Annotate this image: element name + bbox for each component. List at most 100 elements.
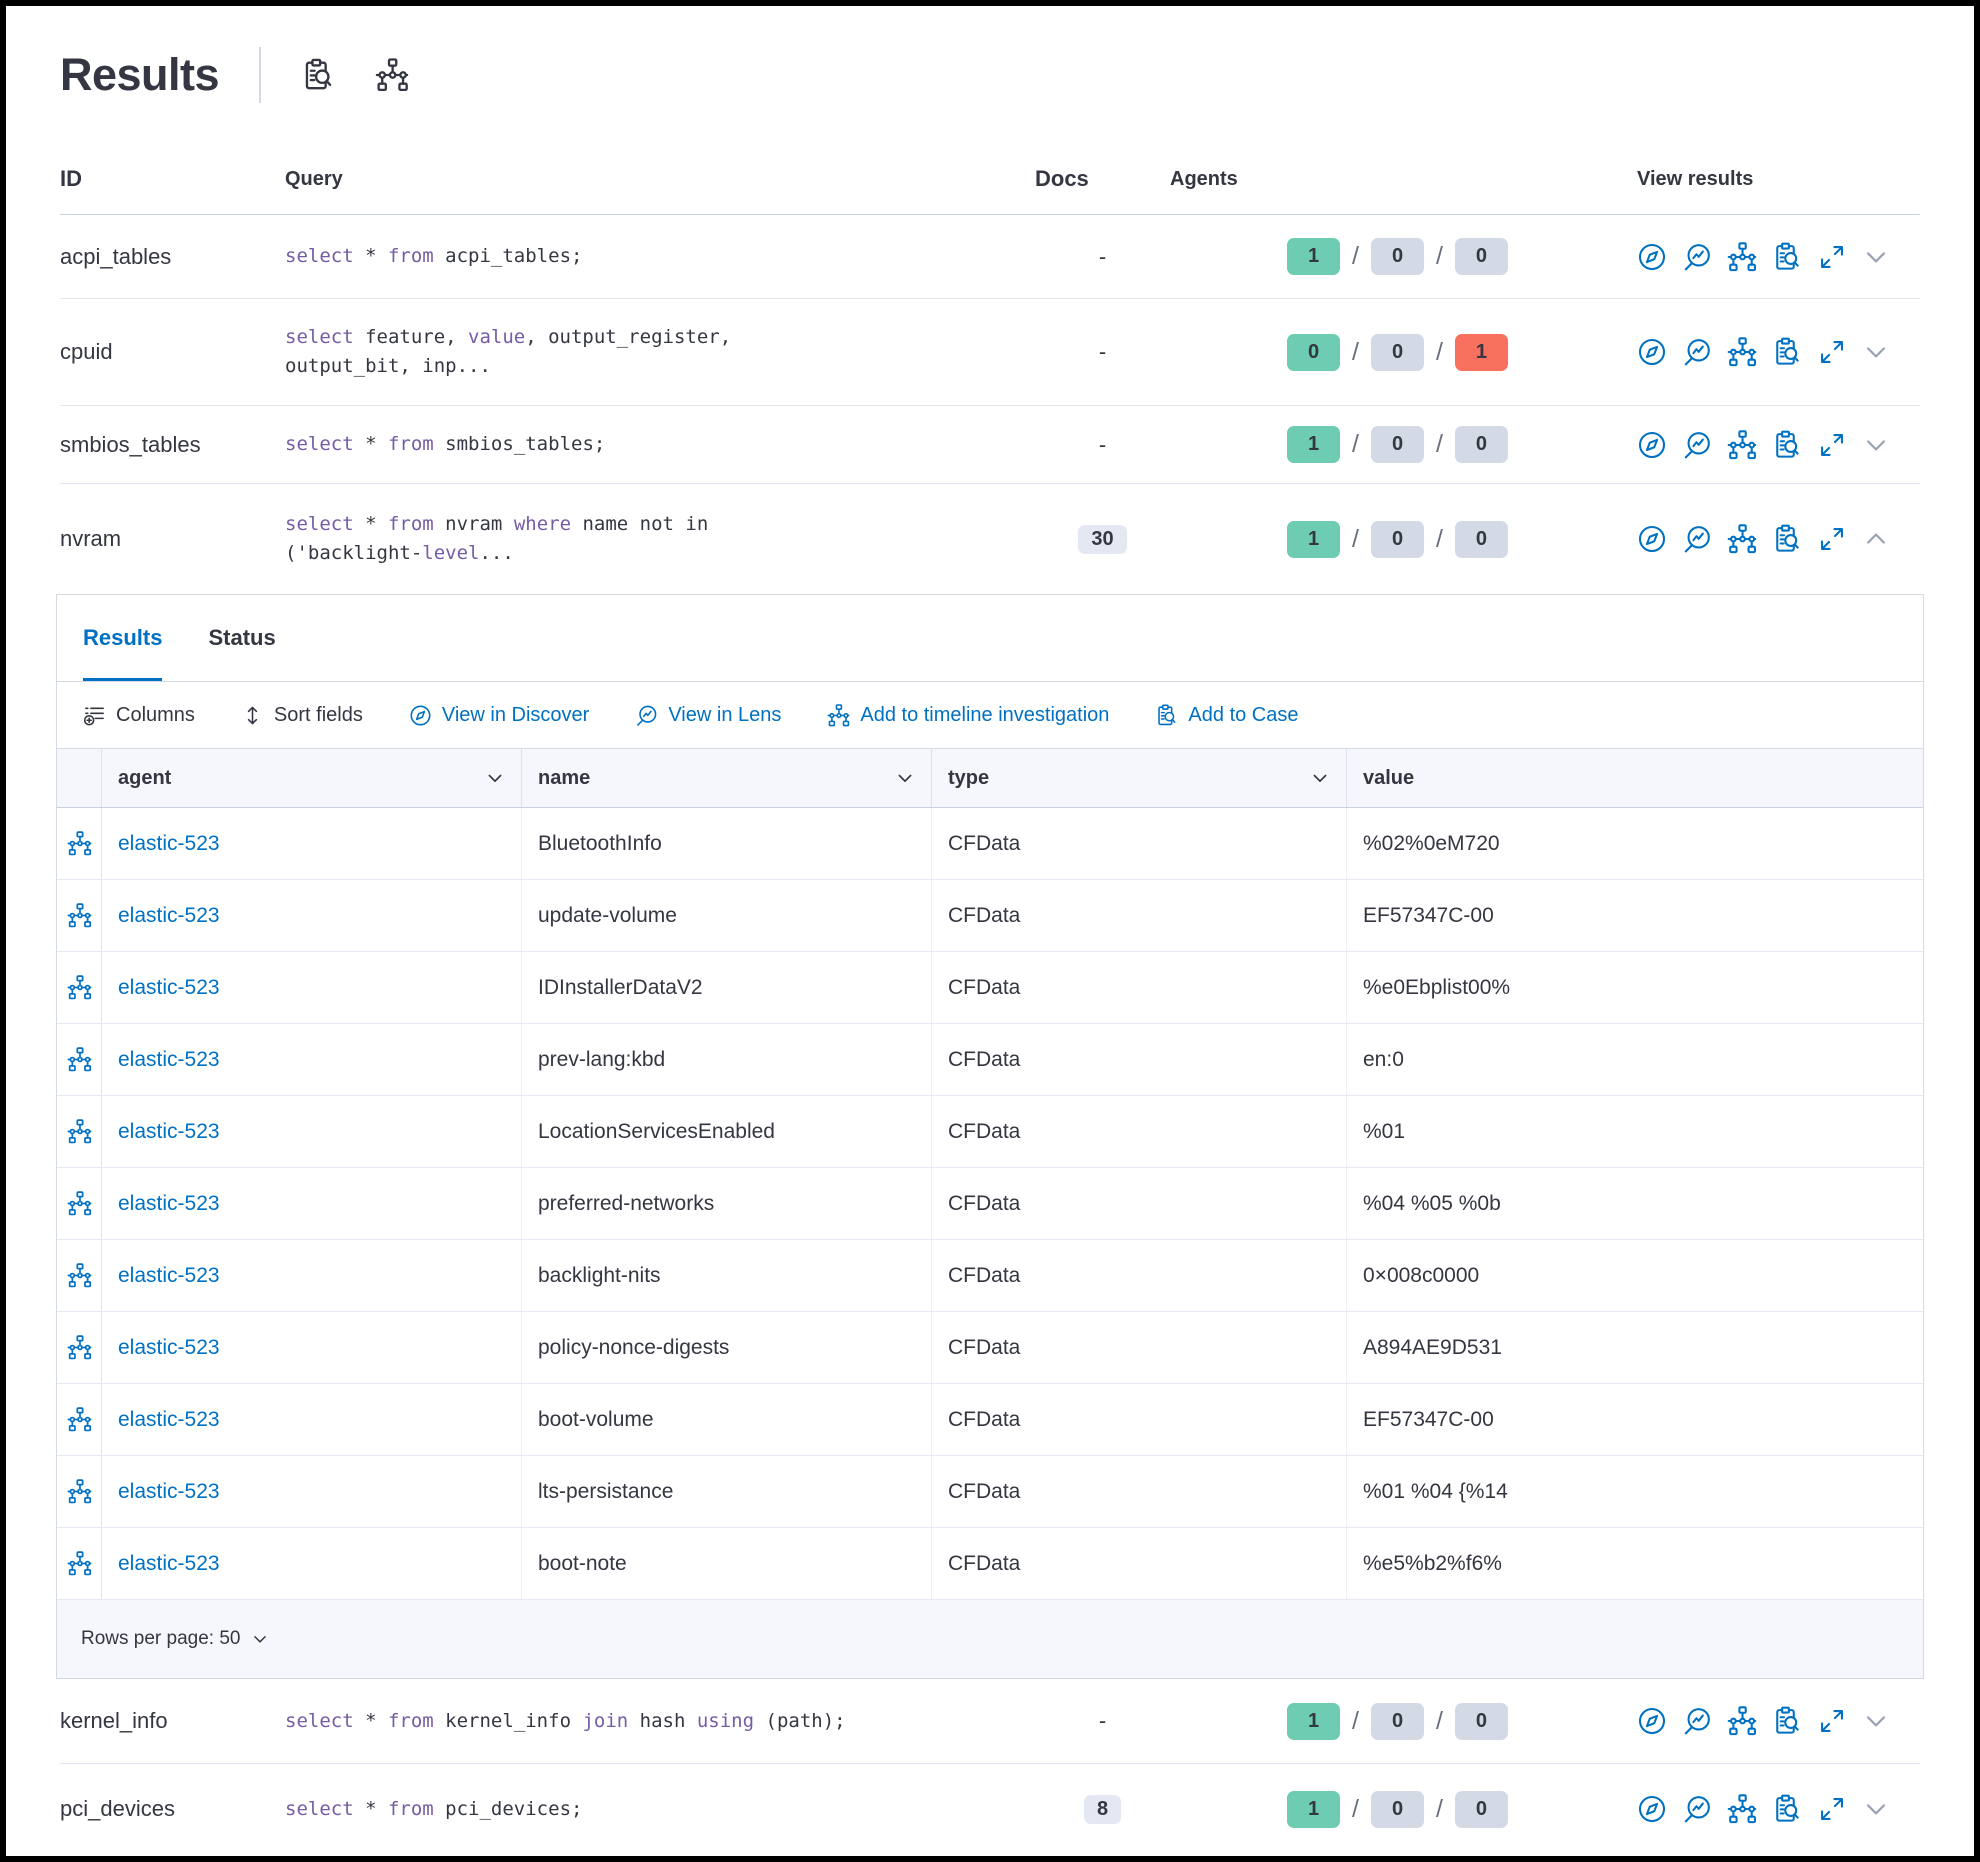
rows-per-page-button[interactable]: Rows per page: 50 [81, 1628, 241, 1650]
discover-icon[interactable] [1637, 1794, 1667, 1824]
inspect-icon[interactable] [1772, 1794, 1802, 1824]
chevron-down-icon[interactable] [1862, 1795, 1890, 1823]
timeline-icon[interactable] [67, 1119, 92, 1144]
result-row: elastic-523 prev-lang:kbd CFData en:0 [57, 1024, 1923, 1096]
grid-column-type[interactable]: type [932, 749, 1347, 807]
agents-pending-badge: 0 [1371, 521, 1424, 558]
timeline-icon[interactable] [1727, 524, 1757, 554]
chevron-down-icon[interactable] [1862, 243, 1890, 271]
tab-status[interactable]: Status [208, 595, 275, 681]
discover-icon[interactable] [1637, 430, 1667, 460]
expand-icon[interactable] [1817, 1794, 1847, 1824]
timeline-icon[interactable] [67, 1191, 92, 1216]
docs-count: - [1035, 244, 1170, 270]
agent-link[interactable]: elastic-523 [118, 1192, 220, 1216]
chevron-down-icon[interactable] [1862, 338, 1890, 366]
timeline-icon[interactable] [1727, 430, 1757, 460]
timeline-icon[interactable] [67, 1551, 92, 1576]
timeline-icon[interactable] [1727, 1706, 1757, 1736]
timeline-icon[interactable] [67, 831, 92, 856]
grid-header: agent name type value [57, 748, 1923, 808]
tab-results[interactable]: Results [83, 595, 162, 681]
agent-link[interactable]: elastic-523 [118, 904, 220, 928]
inspect-icon[interactable] [1772, 1706, 1802, 1736]
agent-link[interactable]: elastic-523 [118, 1480, 220, 1504]
chevron-up-icon[interactable] [1862, 525, 1890, 553]
lens-icon[interactable] [1682, 430, 1712, 460]
lens-icon[interactable] [1682, 337, 1712, 367]
chevron-down-icon[interactable] [1862, 431, 1890, 459]
timeline-icon[interactable] [1727, 1794, 1757, 1824]
sort-fields-button[interactable]: Sort fields [241, 704, 363, 727]
grid-footer: Rows per page: 50 [57, 1600, 1923, 1678]
discover-icon[interactable] [1637, 524, 1667, 554]
timeline-icon[interactable] [67, 1335, 92, 1360]
result-name: IDInstallerDataV2 [522, 952, 932, 1023]
timeline-icon[interactable] [67, 1047, 92, 1072]
result-value: EF57347C-00 [1347, 1384, 1923, 1455]
timeline-icon[interactable] [67, 975, 92, 1000]
column-header-query: Query [285, 168, 1035, 191]
result-name: prev-lang:kbd [522, 1024, 932, 1095]
agent-link[interactable]: elastic-523 [118, 1048, 220, 1072]
result-row: elastic-523 boot-volume CFData EF57347C-… [57, 1384, 1923, 1456]
view-results-actions [1625, 524, 1920, 554]
view-in-discover-button[interactable]: View in Discover [409, 704, 589, 727]
discover-icon[interactable] [1637, 337, 1667, 367]
discover-icon[interactable] [1637, 242, 1667, 272]
grid-column-name[interactable]: name [522, 749, 932, 807]
separator: / [1352, 338, 1359, 367]
chevron-down-icon [1310, 768, 1330, 788]
expand-icon[interactable] [1817, 430, 1847, 460]
add-to-case-button[interactable]: Add to Case [1155, 704, 1298, 727]
columns-button[interactable]: Columns [83, 704, 195, 727]
add-to-timeline-button[interactable]: Add to timeline investigation [827, 704, 1109, 727]
expand-icon[interactable] [1817, 242, 1847, 272]
agent-link[interactable]: elastic-523 [118, 1336, 220, 1360]
timeline-icon[interactable] [375, 58, 409, 92]
column-header-docs: Docs [1035, 166, 1170, 192]
agents-status: 1 / 0 / 0 [1170, 426, 1625, 463]
result-type: CFData [932, 880, 1347, 951]
inspect-icon[interactable] [1772, 430, 1802, 460]
agents-failed-badge: 0 [1455, 426, 1508, 463]
agent-link[interactable]: elastic-523 [118, 1408, 220, 1432]
timeline-icon[interactable] [1727, 242, 1757, 272]
agents-success-badge: 1 [1287, 1703, 1340, 1740]
timeline-icon[interactable] [67, 1407, 92, 1432]
inspect-icon[interactable] [301, 58, 335, 92]
lens-icon[interactable] [1682, 524, 1712, 554]
expand-icon[interactable] [1817, 1706, 1847, 1736]
agent-link[interactable]: elastic-523 [118, 1264, 220, 1288]
panel-tabs: Results Status [57, 595, 1923, 681]
timeline-icon[interactable] [67, 1263, 92, 1288]
agent-link[interactable]: elastic-523 [118, 832, 220, 856]
lens-icon[interactable] [1682, 242, 1712, 272]
agent-link[interactable]: elastic-523 [118, 976, 220, 1000]
sort-icon [241, 704, 264, 727]
query-row: nvram select * from nvram where name not… [60, 484, 1920, 594]
grid-column-agent[interactable]: agent [102, 749, 522, 807]
inspect-icon[interactable] [1772, 337, 1802, 367]
inspect-icon[interactable] [1772, 242, 1802, 272]
result-name: boot-volume [522, 1384, 932, 1455]
result-value: %01 [1347, 1096, 1923, 1167]
view-in-lens-button[interactable]: View in Lens [635, 704, 781, 727]
expand-icon[interactable] [1817, 524, 1847, 554]
discover-icon[interactable] [1637, 1706, 1667, 1736]
agent-link[interactable]: elastic-523 [118, 1552, 220, 1576]
chevron-down-icon[interactable] [1862, 1707, 1890, 1735]
grid-column-value[interactable]: value [1347, 749, 1923, 807]
query-sql: select feature, value, output_register,o… [285, 323, 1035, 381]
chevron-down-icon[interactable] [251, 1630, 269, 1648]
expand-icon[interactable] [1817, 337, 1847, 367]
timeline-icon[interactable] [67, 1479, 92, 1504]
query-sql: select * from nvram where name not in('b… [285, 510, 1035, 568]
lens-icon[interactable] [1682, 1794, 1712, 1824]
lens-icon[interactable] [1682, 1706, 1712, 1736]
docs-count: - [1035, 432, 1170, 458]
timeline-icon[interactable] [1727, 337, 1757, 367]
agent-link[interactable]: elastic-523 [118, 1120, 220, 1144]
timeline-icon[interactable] [67, 903, 92, 928]
inspect-icon[interactable] [1772, 524, 1802, 554]
